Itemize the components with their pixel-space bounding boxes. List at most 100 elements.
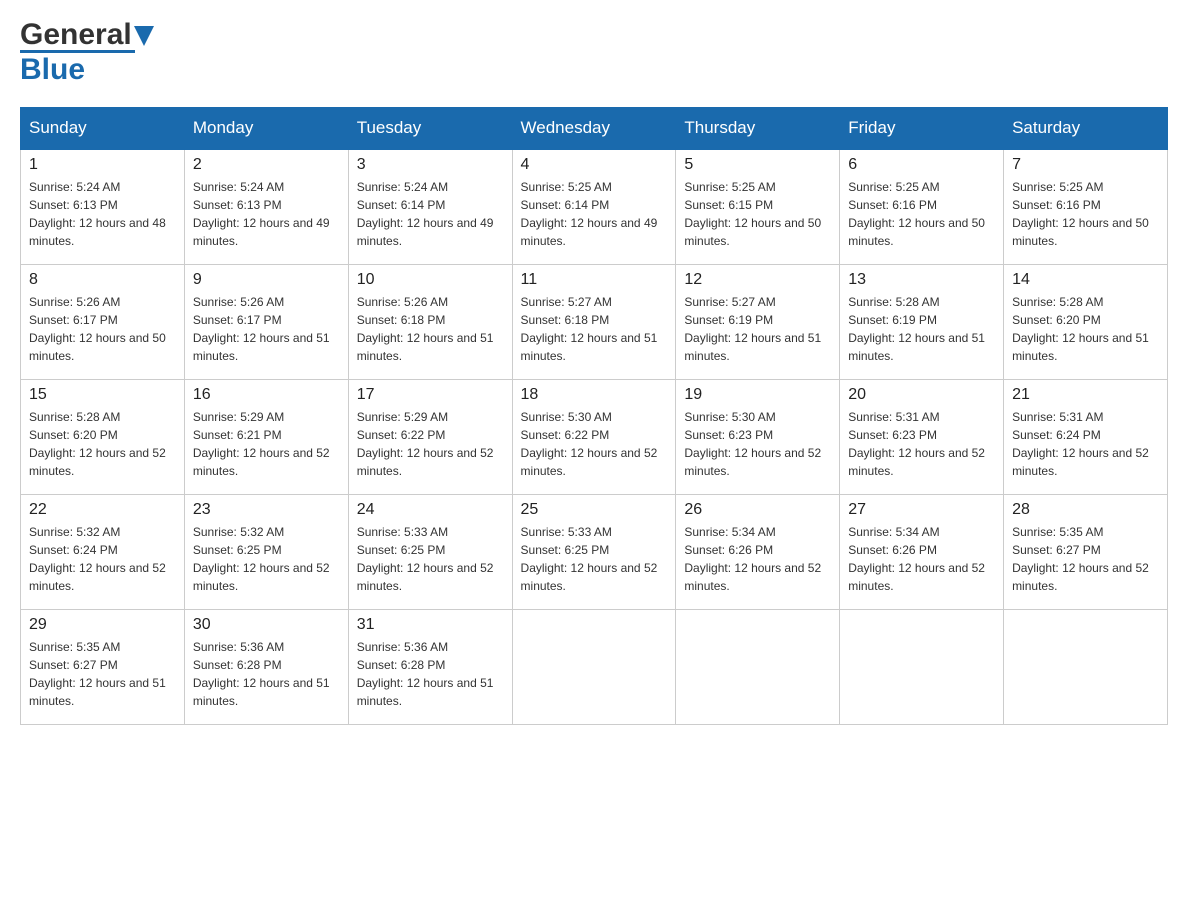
day-number: 30: [193, 616, 340, 634]
logo: General Blue: [20, 20, 154, 87]
calendar-table: SundayMondayTuesdayWednesdayThursdayFrid…: [20, 107, 1168, 725]
day-header-saturday: Saturday: [1004, 108, 1168, 150]
day-info: Sunrise: 5:33 AMSunset: 6:25 PMDaylight:…: [521, 523, 668, 595]
calendar-cell: 27 Sunrise: 5:34 AMSunset: 6:26 PMDayligh…: [840, 494, 1004, 609]
calendar-cell: 3Sunrise: 5:24 AMSunset: 6:14 PMDaylight…: [348, 149, 512, 264]
day-info: Sunrise: 5:24 AMSunset: 6:14 PMDaylight:…: [357, 178, 504, 250]
day-info: Sunrise: 5:26 AMSunset: 6:18 PMDaylight:…: [357, 293, 504, 365]
day-info: Sunrise: 5:36 AMSunset: 6:28 PMDaylight:…: [193, 638, 340, 710]
day-number: 11: [521, 271, 668, 289]
day-info: Sunrise: 5:27 AMSunset: 6:18 PMDaylight:…: [521, 293, 668, 365]
day-info: Sunrise: 5:34 AMSunset: 6:26 PMDaylight:…: [848, 523, 995, 595]
day-number: 27: [848, 501, 995, 519]
day-info: Sunrise: 5:27 AMSunset: 6:19 PMDaylight:…: [684, 293, 831, 365]
calendar-cell: 25 Sunrise: 5:33 AMSunset: 6:25 PMDayligh…: [512, 494, 676, 609]
day-info: Sunrise: 5:25 AMSunset: 6:14 PMDaylight:…: [521, 178, 668, 250]
day-number: 29: [29, 616, 176, 634]
calendar-cell: 5 Sunrise: 5:25 AMSunset: 6:15 PMDaylight…: [676, 149, 840, 264]
day-header-monday: Monday: [184, 108, 348, 150]
calendar-week-row: 1 Sunrise: 5:24 AMSunset: 6:13 PMDaylight…: [21, 149, 1168, 264]
day-number: 8: [29, 271, 176, 289]
calendar-cell: 20 Sunrise: 5:31 AMSunset: 6:23 PMDayligh…: [840, 379, 1004, 494]
day-info: Sunrise: 5:25 AMSunset: 6:16 PMDaylight:…: [1012, 178, 1159, 250]
day-info: Sunrise: 5:28 AMSunset: 6:20 PMDaylight:…: [29, 408, 176, 480]
day-info: Sunrise: 5:34 AMSunset: 6:26 PMDaylight:…: [684, 523, 831, 595]
calendar-cell: 18 Sunrise: 5:30 AMSunset: 6:22 PMDayligh…: [512, 379, 676, 494]
calendar-cell: 15 Sunrise: 5:28 AMSunset: 6:20 PMDayligh…: [21, 379, 185, 494]
day-number: 10: [357, 271, 504, 289]
day-info: Sunrise: 5:30 AMSunset: 6:22 PMDaylight:…: [521, 408, 668, 480]
day-number: 12: [684, 271, 831, 289]
day-header-wednesday: Wednesday: [512, 108, 676, 150]
calendar-cell: 29 Sunrise: 5:35 AMSunset: 6:27 PMDayligh…: [21, 609, 185, 724]
calendar-cell: 7 Sunrise: 5:25 AMSunset: 6:16 PMDaylight…: [1004, 149, 1168, 264]
day-number: 13: [848, 271, 995, 289]
calendar-cell: [1004, 609, 1168, 724]
calendar-cell: 2 Sunrise: 5:24 AMSunset: 6:13 PMDaylight…: [184, 149, 348, 264]
day-number: 23: [193, 501, 340, 519]
day-number: 21: [1012, 386, 1159, 404]
day-info: Sunrise: 5:31 AMSunset: 6:23 PMDaylight:…: [848, 408, 995, 480]
logo-general-text: General: [20, 20, 132, 50]
day-number: 5: [684, 156, 831, 174]
day-number: 9: [193, 271, 340, 289]
day-number: 16: [193, 386, 340, 404]
day-info: Sunrise: 5:26 AMSunset: 6:17 PMDaylight:…: [193, 293, 340, 365]
day-info: Sunrise: 5:35 AMSunset: 6:27 PMDaylight:…: [1012, 523, 1159, 595]
calendar-cell: 8 Sunrise: 5:26 AMSunset: 6:17 PMDaylight…: [21, 264, 185, 379]
day-number: 24: [357, 501, 504, 519]
day-number: 19: [684, 386, 831, 404]
day-header-sunday: Sunday: [21, 108, 185, 150]
day-number: 26: [684, 501, 831, 519]
calendar-cell: 4 Sunrise: 5:25 AMSunset: 6:14 PMDaylight…: [512, 149, 676, 264]
day-info: Sunrise: 5:28 AMSunset: 6:19 PMDaylight:…: [848, 293, 995, 365]
day-number: 25: [521, 501, 668, 519]
day-info: Sunrise: 5:24 AMSunset: 6:13 PMDaylight:…: [29, 178, 176, 250]
calendar-cell: 28 Sunrise: 5:35 AMSunset: 6:27 PMDayligh…: [1004, 494, 1168, 609]
day-number: 4: [521, 156, 668, 174]
day-number: 15: [29, 386, 176, 404]
calendar-cell: 22Sunrise: 5:32 AMSunset: 6:24 PMDayligh…: [21, 494, 185, 609]
calendar-week-row: 8 Sunrise: 5:26 AMSunset: 6:17 PMDaylight…: [21, 264, 1168, 379]
day-number: 28: [1012, 501, 1159, 519]
day-info: Sunrise: 5:32 AMSunset: 6:24 PMDaylight:…: [29, 523, 176, 595]
day-number: 2: [193, 156, 340, 174]
day-number: 20: [848, 386, 995, 404]
calendar-cell: 21 Sunrise: 5:31 AMSunset: 6:24 PMDayligh…: [1004, 379, 1168, 494]
day-info: Sunrise: 5:25 AMSunset: 6:15 PMDaylight:…: [684, 178, 831, 250]
calendar-cell: [512, 609, 676, 724]
day-info: Sunrise: 5:31 AMSunset: 6:24 PMDaylight:…: [1012, 408, 1159, 480]
calendar-cell: 24 Sunrise: 5:33 AMSunset: 6:25 PMDayligh…: [348, 494, 512, 609]
day-info: Sunrise: 5:24 AMSunset: 6:13 PMDaylight:…: [193, 178, 340, 250]
calendar-cell: 26 Sunrise: 5:34 AMSunset: 6:26 PMDayligh…: [676, 494, 840, 609]
day-info: Sunrise: 5:29 AMSunset: 6:22 PMDaylight:…: [357, 408, 504, 480]
day-info: Sunrise: 5:33 AMSunset: 6:25 PMDaylight:…: [357, 523, 504, 595]
calendar-cell: [840, 609, 1004, 724]
calendar-cell: 12 Sunrise: 5:27 AMSunset: 6:19 PMDayligh…: [676, 264, 840, 379]
calendar-cell: 1 Sunrise: 5:24 AMSunset: 6:13 PMDaylight…: [21, 149, 185, 264]
day-info: Sunrise: 5:32 AMSunset: 6:25 PMDaylight:…: [193, 523, 340, 595]
day-header-tuesday: Tuesday: [348, 108, 512, 150]
day-info: Sunrise: 5:35 AMSunset: 6:27 PMDaylight:…: [29, 638, 176, 710]
day-number: 17: [357, 386, 504, 404]
calendar-cell: 17 Sunrise: 5:29 AMSunset: 6:22 PMDayligh…: [348, 379, 512, 494]
calendar-cell: 13 Sunrise: 5:28 AMSunset: 6:19 PMDayligh…: [840, 264, 1004, 379]
day-info: Sunrise: 5:29 AMSunset: 6:21 PMDaylight:…: [193, 408, 340, 480]
day-number: 18: [521, 386, 668, 404]
calendar-cell: 10 Sunrise: 5:26 AMSunset: 6:18 PMDayligh…: [348, 264, 512, 379]
day-header-friday: Friday: [840, 108, 1004, 150]
day-header-thursday: Thursday: [676, 108, 840, 150]
calendar-cell: 6 Sunrise: 5:25 AMSunset: 6:16 PMDaylight…: [840, 149, 1004, 264]
day-number: 6: [848, 156, 995, 174]
calendar-week-row: 22Sunrise: 5:32 AMSunset: 6:24 PMDayligh…: [21, 494, 1168, 609]
day-info: Sunrise: 5:30 AMSunset: 6:23 PMDaylight:…: [684, 408, 831, 480]
day-number: 1: [29, 156, 176, 174]
day-info: Sunrise: 5:26 AMSunset: 6:17 PMDaylight:…: [29, 293, 176, 365]
calendar-cell: 23 Sunrise: 5:32 AMSunset: 6:25 PMDayligh…: [184, 494, 348, 609]
day-number: 7: [1012, 156, 1159, 174]
calendar-cell: 31Sunrise: 5:36 AMSunset: 6:28 PMDayligh…: [348, 609, 512, 724]
logo-blue-text: Blue: [20, 53, 85, 87]
day-info: Sunrise: 5:25 AMSunset: 6:16 PMDaylight:…: [848, 178, 995, 250]
calendar-cell: 19 Sunrise: 5:30 AMSunset: 6:23 PMDayligh…: [676, 379, 840, 494]
calendar-week-row: 29 Sunrise: 5:35 AMSunset: 6:27 PMDayligh…: [21, 609, 1168, 724]
